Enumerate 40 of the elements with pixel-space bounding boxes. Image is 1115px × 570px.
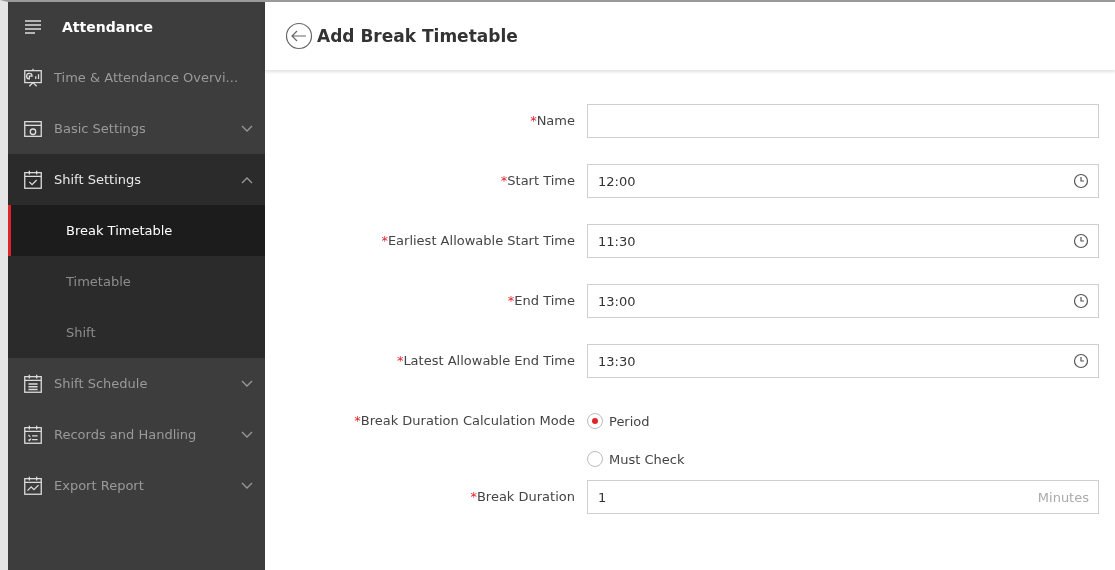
clock-icon	[1073, 173, 1089, 189]
sidebar-item[interactable]: Shift Settings	[8, 154, 265, 205]
chevron-icon	[241, 124, 253, 133]
clock-icon	[1073, 233, 1089, 249]
input-field[interactable]: 12:00	[587, 164, 1099, 198]
chevron-icon	[241, 430, 253, 439]
clock-icon	[1073, 353, 1089, 369]
chevron-icon	[241, 481, 253, 490]
field-label: *Earliest Allowable Start Time	[380, 232, 575, 250]
field-label: *Latest Allowable End Time	[395, 352, 575, 370]
sidebar-subitem[interactable]: Break Timetable	[8, 205, 265, 256]
clock-icon	[1073, 293, 1089, 309]
input-field[interactable]: 13:00	[587, 284, 1099, 318]
menu-icon[interactable]	[24, 20, 42, 34]
input-field[interactable]	[587, 104, 1099, 138]
sidebar-item[interactable]: Records and Handling	[8, 409, 265, 460]
presentation-board-icon	[22, 66, 44, 89]
page-title: Add Break Timetable	[317, 26, 518, 46]
field-label: *Name	[529, 112, 575, 130]
back-button[interactable]	[285, 22, 313, 50]
field-label: *Break Duration Calculation Mode	[353, 412, 575, 430]
sidebar-item[interactable]: Export Report	[8, 460, 265, 511]
sidebar-item[interactable]: Time & Attendance Overvi...	[8, 52, 265, 103]
unit-label: Minutes	[1037, 489, 1089, 505]
calendar-list-icon	[22, 372, 44, 395]
input-field[interactable]: 13:30	[587, 344, 1099, 378]
field-label: *Start Time	[499, 172, 575, 190]
sidebar-subitem[interactable]: Shift	[8, 307, 265, 358]
calendar-checklist-icon	[22, 423, 44, 446]
sidebar-item[interactable]: Shift Schedule	[8, 358, 265, 409]
calendar-chart-icon	[22, 474, 44, 497]
calendar-check-icon	[22, 168, 44, 191]
chevron-icon	[241, 379, 253, 388]
field-label: *End Time	[506, 292, 575, 310]
input-field[interactable]: 11:30	[587, 224, 1099, 258]
chevron-icon	[241, 175, 253, 184]
sidebar-title: Attendance	[62, 19, 153, 35]
field-label: *Break Duration	[469, 488, 575, 506]
sidebar-item[interactable]: Basic Settings	[8, 103, 265, 154]
sidebar-subitem[interactable]: Timetable	[8, 256, 265, 307]
